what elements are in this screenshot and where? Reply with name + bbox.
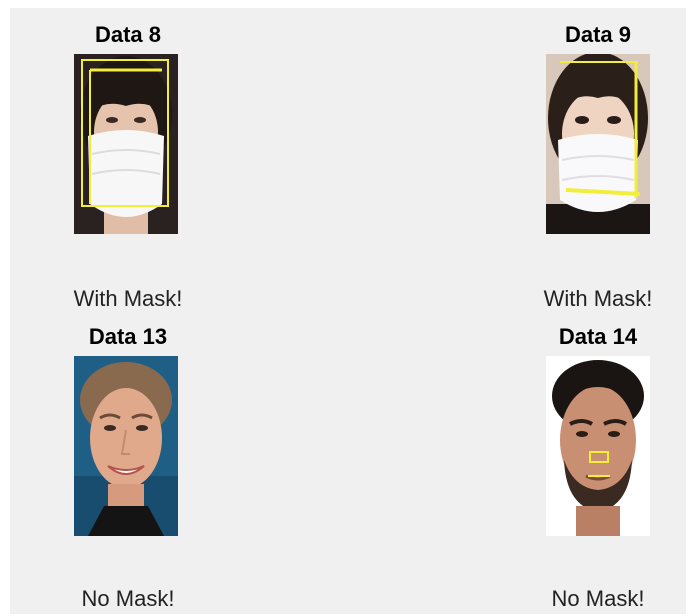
face-image-data-13 (74, 356, 178, 536)
face-image-data-14 (546, 356, 650, 536)
face-image-data-8 (74, 54, 178, 234)
panel-title-data-9: Data 9 (564, 22, 632, 47)
result-label-data-8: With Mask! (73, 286, 183, 311)
result-label-data-13: No Mask! (81, 586, 175, 611)
face-image-data-9 (546, 54, 650, 234)
figure-window: Data 8 With Mask! Data 9 With Mask! Data… (10, 8, 686, 614)
result-label-data-14: No Mask! (551, 586, 645, 611)
panel-title-data-13: Data 13 (88, 324, 168, 349)
panel-title-data-14: Data 14 (558, 324, 638, 349)
result-label-data-9: With Mask! (543, 286, 653, 311)
panel-title-data-8: Data 8 (94, 22, 162, 47)
